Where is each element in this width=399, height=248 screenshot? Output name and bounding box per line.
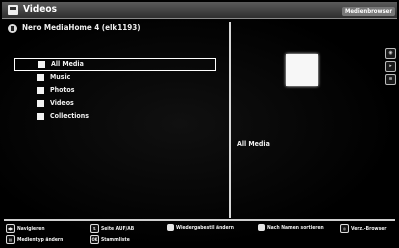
panel-divider — [229, 22, 231, 218]
folder-icon — [37, 100, 44, 107]
menu-item-all-media[interactable]: All Media — [14, 58, 216, 71]
menu-item-label: Collections — [50, 112, 89, 120]
media-browser-label: Medienbrowser — [341, 7, 395, 16]
folder-icon — [37, 74, 44, 81]
help-browser: ◎ Verz.-Browser — [340, 224, 387, 233]
page-title: Videos — [23, 4, 57, 15]
category-list: All Media Music Photos Videos Collection… — [4, 40, 226, 215]
ok-key-icon: OK — [90, 235, 99, 244]
help-sort: Nach Namen sortieren — [258, 224, 324, 231]
help-navigate: ◀▶ Navigieren — [6, 224, 45, 233]
side-tab-icon[interactable]: ◉ — [385, 48, 396, 59]
menu-item-label: Music — [50, 73, 71, 81]
browser-key-icon: ◎ — [340, 224, 349, 233]
menu-item-label: All Media — [51, 60, 84, 68]
page-keys-icon: ⇅ — [90, 224, 99, 233]
side-tab-icon[interactable]: ▸ — [385, 61, 396, 72]
help-play-label: Wiedergabestil ändern — [176, 224, 234, 231]
help-mark: OK Stammliste — [90, 235, 130, 244]
help-browser-label: Verz.-Browser — [351, 225, 387, 232]
video-folder-icon — [8, 5, 18, 15]
side-tabs: ◉ ▸ ≡ — [385, 48, 396, 87]
green-button-icon — [258, 224, 265, 231]
preview-thumbnail — [286, 54, 318, 86]
media-server-name: Nero MediaHome 4 (elk1193) — [22, 23, 141, 32]
help-mediatype-label: Medientyp ändern — [17, 236, 64, 243]
menu-item-music[interactable]: Music — [14, 72, 214, 83]
help-mediatype: ▤ Medientyp ändern — [6, 235, 63, 244]
red-button-icon — [167, 224, 174, 231]
menu-item-label: Videos — [50, 99, 74, 107]
server-icon — [8, 24, 17, 33]
mediatype-key-icon: ▤ — [6, 235, 15, 244]
help-navigate-label: Navigieren — [17, 225, 45, 232]
preview-caption: All Media — [237, 140, 270, 148]
folder-icon — [38, 61, 45, 68]
help-page: ⇅ Seite AUF/AB — [90, 224, 134, 233]
folder-icon — [37, 87, 44, 94]
help-mark-label: Stammliste — [101, 236, 130, 243]
menu-item-photos[interactable]: Photos — [14, 85, 214, 96]
folder-icon — [37, 113, 44, 120]
arrow-keys-icon: ◀▶ — [6, 224, 15, 233]
menu-item-label: Photos — [50, 86, 75, 94]
menu-item-videos[interactable]: Videos — [14, 98, 214, 109]
footer-divider — [4, 219, 395, 221]
help-page-label: Seite AUF/AB — [101, 225, 135, 232]
tv-screen: Videos Medienbrowser Nero MediaHome 4 (e… — [0, 0, 399, 248]
side-tab-icon[interactable]: ≡ — [385, 74, 396, 85]
help-play: Wiedergabestil ändern — [167, 224, 234, 231]
menu-item-collections[interactable]: Collections — [14, 111, 214, 122]
help-sort-label: Nach Namen sortieren — [267, 224, 324, 231]
title-bar: Videos Medienbrowser — [2, 2, 397, 19]
